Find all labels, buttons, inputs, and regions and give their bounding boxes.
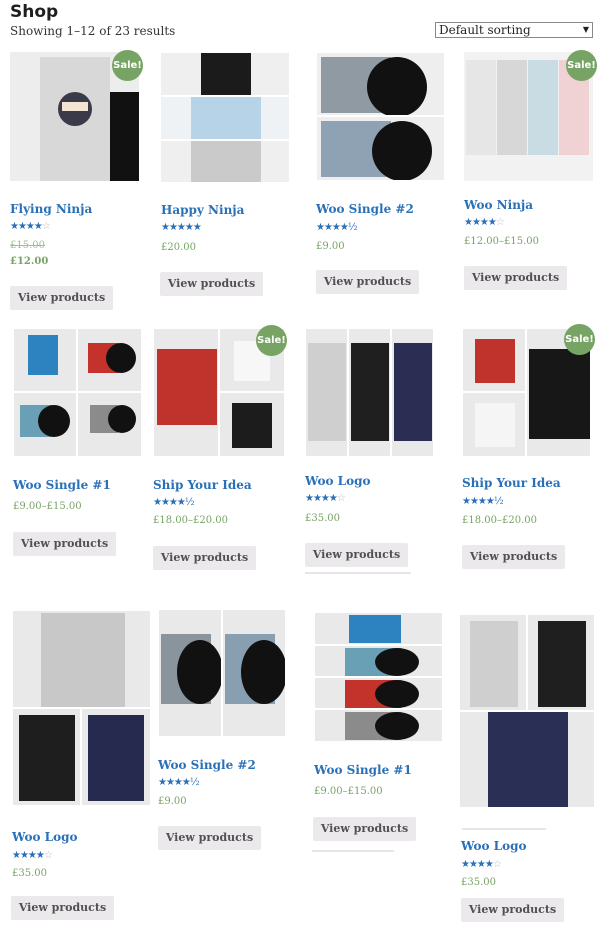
product-title[interactable]: Woo Single #1: [314, 763, 412, 777]
page-title: Shop: [10, 2, 59, 22]
view-products-button[interactable]: View products: [464, 266, 567, 290]
product-price: £35.00: [305, 513, 340, 524]
star-rating: ★★★★½: [462, 496, 504, 507]
divider: [462, 828, 546, 830]
dropdown-arrow-icon: ▼: [582, 25, 589, 34]
product-image[interactable]: [158, 609, 286, 737]
product-price: £15.00 £12.00: [10, 240, 49, 267]
view-products-button[interactable]: View products: [13, 532, 116, 556]
product-title[interactable]: Woo Ninja: [464, 198, 533, 212]
product-price: £35.00: [12, 868, 47, 879]
product-title[interactable]: Ship Your Idea: [153, 478, 252, 492]
view-products-button[interactable]: View products: [153, 546, 256, 570]
star-rating: ★★★★½: [153, 497, 195, 508]
product-price: £9.00–£15.00: [314, 786, 383, 797]
result-count: Showing 1–12 of 23 results: [10, 24, 176, 38]
product-price: £9.00: [158, 796, 187, 807]
star-rating: ★★★★☆: [10, 221, 51, 232]
product-image[interactable]: [160, 52, 290, 183]
view-products-button[interactable]: View products: [313, 817, 416, 841]
star-rating: ★★★★½: [316, 222, 358, 233]
view-products-button[interactable]: View products: [158, 826, 261, 850]
product-price: £20.00: [161, 242, 196, 253]
sale-badge: Sale!: [112, 50, 143, 81]
product-image[interactable]: [314, 612, 443, 742]
product-image[interactable]: [316, 52, 445, 181]
sort-select[interactable]: Default sorting ▼: [435, 22, 593, 38]
star-rating: ★★★★☆: [461, 859, 502, 870]
star-rating: ★★★★☆: [305, 493, 346, 504]
product-price: £12.00–£15.00: [464, 236, 539, 247]
view-products-button[interactable]: View products: [10, 286, 113, 310]
product-price: £18.00–£20.00: [462, 515, 537, 526]
divider: [305, 572, 411, 574]
view-products-button[interactable]: View products: [462, 545, 565, 569]
star-rating: ★★★★★: [161, 222, 202, 233]
sale-badge: Sale!: [564, 324, 595, 355]
view-products-button[interactable]: View products: [461, 898, 564, 922]
product-title[interactable]: Woo Single #2: [158, 758, 256, 772]
sale-badge: Sale!: [566, 50, 597, 81]
product-image[interactable]: [305, 328, 434, 457]
star-rating: ★★★★½: [158, 777, 200, 788]
product-price: £9.00–£15.00: [13, 501, 82, 512]
star-rating: ★★★★☆: [464, 217, 505, 228]
product-title[interactable]: Woo Single #2: [316, 202, 414, 216]
product-image[interactable]: [12, 610, 151, 806]
view-products-button[interactable]: View products: [11, 896, 114, 920]
product-image[interactable]: [459, 614, 595, 808]
view-products-button[interactable]: View products: [305, 543, 408, 567]
star-rating: ★★★★☆: [12, 850, 53, 861]
product-title[interactable]: Woo Logo: [461, 839, 527, 853]
product-title[interactable]: Woo Logo: [305, 474, 371, 488]
product-title[interactable]: Happy Ninja: [161, 203, 244, 217]
view-products-button[interactable]: View products: [316, 270, 419, 294]
sale-badge: Sale!: [256, 325, 287, 356]
divider: [312, 850, 394, 852]
view-products-button[interactable]: View products: [160, 272, 263, 296]
product-title[interactable]: Ship Your Idea: [462, 476, 561, 490]
product-title[interactable]: Woo Logo: [12, 830, 78, 844]
sort-select-value: Default sorting: [439, 23, 531, 37]
product-title[interactable]: Woo Single #1: [13, 478, 111, 492]
product-image[interactable]: [13, 328, 142, 457]
product-price: £9.00: [316, 241, 345, 252]
product-price: £18.00–£20.00: [153, 515, 228, 526]
product-title[interactable]: Flying Ninja: [10, 202, 92, 216]
product-price: £35.00: [461, 877, 496, 888]
